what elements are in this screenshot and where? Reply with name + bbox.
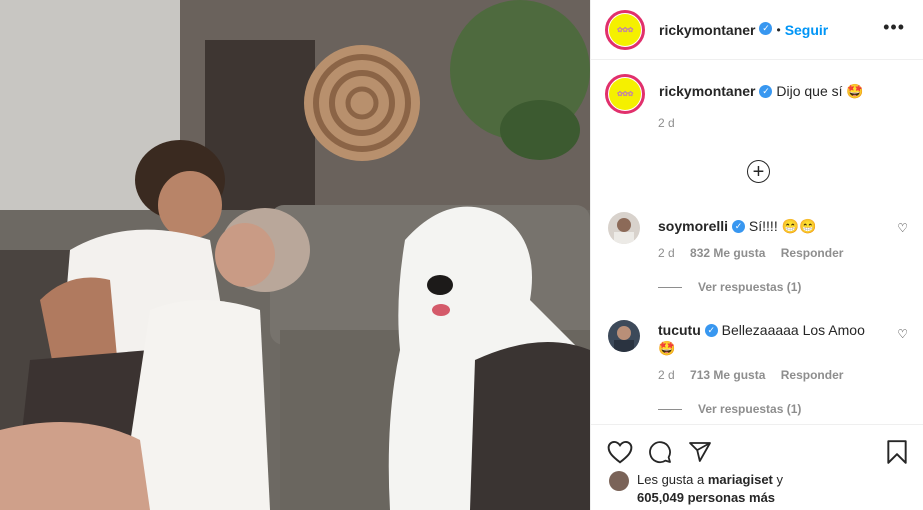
likes-prefix: Les gusta a bbox=[637, 472, 705, 487]
replies-divider bbox=[658, 408, 682, 410]
post-header: ✿✿✿ rickymontaner ✓ • Seguir ••• bbox=[591, 0, 923, 60]
verified-badge-icon: ✓ bbox=[732, 219, 746, 233]
comment-text: Sí!!!! 😁😁 bbox=[748, 218, 817, 234]
liker-avatar[interactable] bbox=[609, 471, 629, 491]
caption-text: Dijo que sí 🤩 bbox=[776, 83, 864, 99]
comment-likes[interactable]: 832 Me gusta bbox=[690, 246, 765, 260]
author-avatar[interactable]: ✿✿✿ bbox=[605, 9, 645, 50]
comment-item: tucutu ✓ Bellezaaaaa Los Amoo 🤩 ♡ 2 d 713… bbox=[608, 320, 908, 416]
caption-avatar[interactable]: ✿✿✿ bbox=[605, 74, 645, 114]
comment-meta: 2 d 832 Me gusta Responder bbox=[658, 246, 908, 260]
avatar-image: ✿✿✿ bbox=[609, 13, 641, 46]
follow-button[interactable]: Seguir bbox=[785, 22, 829, 38]
commenter-avatar[interactable] bbox=[608, 320, 640, 352]
separator: • bbox=[776, 22, 781, 37]
likes-suffix: y bbox=[776, 472, 784, 487]
action-icons-row bbox=[591, 425, 923, 469]
likes-count[interactable]: 605,049 personas más bbox=[637, 490, 775, 505]
caption-timestamp[interactable]: 2 d bbox=[658, 116, 675, 130]
post-photo[interactable] bbox=[0, 0, 590, 510]
bookmark-icon[interactable] bbox=[886, 439, 908, 468]
comment-body: soymorelli ✓ Sí!!!! 😁😁 bbox=[658, 212, 908, 235]
like-comment-icon[interactable]: ♡ bbox=[897, 327, 908, 341]
view-replies-button[interactable]: Ver respuestas (1) bbox=[658, 280, 908, 294]
like-comment-icon[interactable]: ♡ bbox=[897, 221, 908, 235]
comment-meta: 2 d 713 Me gusta Responder bbox=[658, 368, 908, 382]
reply-button[interactable]: Responder bbox=[781, 368, 844, 382]
avatar-image bbox=[608, 320, 640, 352]
view-replies-label: Ver respuestas (1) bbox=[698, 280, 802, 294]
verified-badge-icon: ✓ bbox=[704, 323, 718, 337]
author-username[interactable]: rickymontaner bbox=[659, 22, 755, 38]
post-actions: Les gusta a mariagiset y 605,049 persona… bbox=[591, 424, 923, 510]
replies-divider bbox=[658, 286, 682, 288]
commenter-avatar[interactable] bbox=[608, 212, 640, 244]
likes-text: Les gusta a mariagiset y 605,049 persona… bbox=[637, 471, 783, 507]
comment-username[interactable]: tucutu bbox=[658, 322, 701, 338]
verified-badge-icon: ✓ bbox=[759, 22, 773, 35]
comment-body: tucutu ✓ Bellezaaaaa Los Amoo 🤩 bbox=[658, 320, 908, 357]
more-options-icon[interactable]: ••• bbox=[883, 18, 905, 36]
share-send-icon[interactable] bbox=[687, 440, 713, 467]
comment-text: Bellezaaaaa Los Amoo bbox=[721, 322, 865, 338]
avatar-image bbox=[608, 212, 640, 244]
comment-time[interactable]: 2 d bbox=[658, 368, 675, 382]
comment-likes[interactable]: 713 Me gusta bbox=[690, 368, 765, 382]
load-more-comments-icon[interactable]: + bbox=[747, 160, 770, 183]
likes-summary: Les gusta a mariagiset y 605,049 persona… bbox=[609, 471, 783, 507]
post-caption: ✿✿✿ rickymontaner ✓ Dijo que sí 🤩 2 d bbox=[591, 60, 923, 130]
comment-text-emoji: 🤩 bbox=[658, 340, 676, 356]
like-heart-icon[interactable] bbox=[607, 440, 633, 467]
caption-text-line: rickymontaner ✓ Dijo que sí 🤩 bbox=[659, 83, 864, 100]
comment-bubble-icon[interactable] bbox=[647, 440, 673, 467]
avatar-image: ✿✿✿ bbox=[609, 78, 641, 110]
comment-time[interactable]: 2 d bbox=[658, 246, 675, 260]
comment-item: soymorelli ✓ Sí!!!! 😁😁 ♡ 2 d 832 Me gusta… bbox=[608, 212, 908, 294]
reply-button[interactable]: Responder bbox=[781, 246, 844, 260]
view-replies-label: Ver respuestas (1) bbox=[698, 402, 802, 416]
liker-username[interactable]: mariagiset bbox=[708, 472, 773, 487]
view-replies-button[interactable]: Ver respuestas (1) bbox=[658, 402, 908, 416]
post-image bbox=[0, 0, 590, 510]
post-side-panel: ✿✿✿ rickymontaner ✓ • Seguir ••• ✿✿✿ ric… bbox=[590, 0, 923, 510]
caption-username[interactable]: rickymontaner bbox=[659, 83, 755, 99]
comment-username[interactable]: soymorelli bbox=[658, 218, 728, 234]
verified-badge-icon: ✓ bbox=[759, 84, 773, 98]
